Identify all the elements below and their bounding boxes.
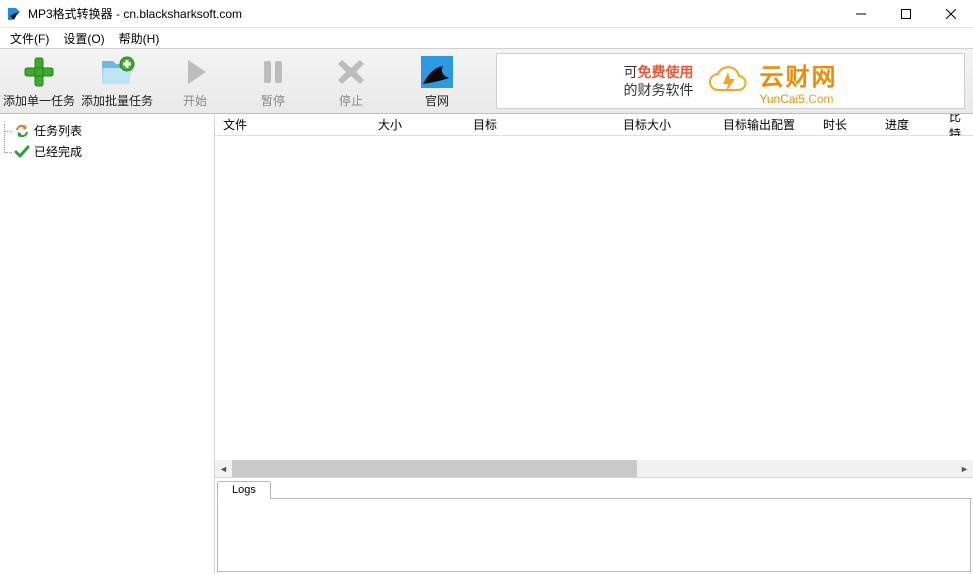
folder-plus-icon (99, 54, 135, 90)
add-batch-task-button[interactable]: 添加批量任务 (78, 49, 156, 113)
sidebar-item-tasklist[interactable]: 任务列表 (14, 120, 214, 141)
check-icon (14, 144, 30, 160)
sidebar-completed-label: 已经完成 (34, 143, 82, 160)
titlebar: MP3格式转换器 - cn.blacksharksoft.com (0, 0, 973, 28)
col-target[interactable]: 目标 (465, 116, 615, 133)
table-body[interactable] (215, 136, 973, 460)
window-title: MP3格式转换器 - cn.blacksharksoft.com (28, 5, 838, 22)
minimize-button[interactable] (838, 0, 883, 28)
scroll-right-icon[interactable]: ► (956, 460, 973, 477)
sidebar-item-completed[interactable]: 已经完成 (14, 141, 214, 162)
col-duration[interactable]: 时长 (815, 116, 877, 133)
stop-label: 停止 (339, 92, 363, 109)
website-button[interactable]: 官网 (398, 49, 476, 113)
refresh-icon (14, 123, 30, 139)
col-file[interactable]: 文件 (215, 116, 370, 133)
pause-button[interactable]: 暂停 (234, 49, 312, 113)
pause-label: 暂停 (261, 92, 285, 109)
horizontal-scrollbar[interactable]: ◄ ► (215, 460, 973, 477)
main-area: 任务列表 已经完成 文件 大小 目标 目标大小 目标输出配置 时长 进度 比特 … (0, 114, 973, 574)
scroll-left-icon[interactable]: ◄ (215, 460, 232, 477)
logs-tab[interactable]: Logs (217, 481, 271, 499)
scroll-thumb[interactable] (232, 460, 637, 477)
cloud-icon (706, 62, 750, 100)
add-single-label: 添加单一任务 (3, 92, 75, 109)
add-single-task-button[interactable]: 添加单一任务 (0, 49, 78, 113)
sidebar: 任务列表 已经完成 (0, 114, 215, 574)
website-label: 官网 (425, 92, 449, 109)
close-button[interactable] (928, 0, 973, 28)
menu-settings[interactable]: 设置(O) (57, 28, 110, 49)
banner-text: 可免费使用 的财务软件 (624, 63, 694, 99)
maximize-button[interactable] (883, 0, 928, 28)
start-label: 开始 (183, 92, 207, 109)
scroll-track[interactable] (232, 460, 956, 477)
shark-icon (419, 54, 455, 90)
logs-textarea[interactable] (217, 498, 971, 572)
stop-x-icon (333, 54, 369, 90)
table-header: 文件 大小 目标 目标大小 目标输出配置 时长 进度 比特 (215, 114, 973, 136)
menu-file[interactable]: 文件(F) (4, 28, 55, 49)
banner-brand-block: 云财网 YunCai5.Com (760, 57, 838, 106)
app-icon (6, 6, 22, 22)
content-area: 文件 大小 目标 目标大小 目标输出配置 时长 进度 比特 ◄ ► Logs (215, 114, 973, 574)
plus-icon (21, 54, 57, 90)
col-output-profile[interactable]: 目标输出配置 (715, 116, 815, 133)
ad-banner[interactable]: 可免费使用 的财务软件 云财网 YunCai5.Com (496, 53, 965, 109)
menubar: 文件(F) 设置(O) 帮助(H) (0, 28, 973, 48)
pause-icon (255, 54, 291, 90)
toolbar: 添加单一任务 添加批量任务 开始 暂停 停止 官网 可免费使用 的财务软件 (0, 48, 973, 114)
logs-section: Logs (215, 477, 973, 574)
col-size[interactable]: 大小 (370, 116, 465, 133)
add-batch-label: 添加批量任务 (81, 92, 153, 109)
play-icon (177, 54, 213, 90)
menu-help[interactable]: 帮助(H) (113, 28, 166, 49)
stop-button[interactable]: 停止 (312, 49, 390, 113)
col-progress[interactable]: 进度 (877, 116, 941, 133)
start-button[interactable]: 开始 (156, 49, 234, 113)
sidebar-tasklist-label: 任务列表 (34, 122, 82, 139)
col-target-size[interactable]: 目标大小 (615, 116, 715, 133)
